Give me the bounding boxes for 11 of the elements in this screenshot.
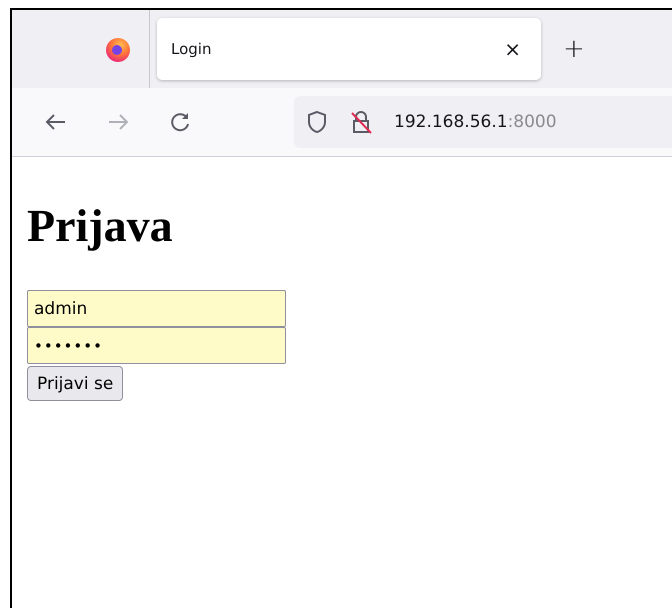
shield-icon[interactable] (306, 110, 328, 134)
close-tab-button[interactable]: × (498, 37, 527, 61)
browser-logo-icon (104, 35, 132, 63)
browser-tab[interactable]: Login × (157, 18, 541, 80)
page-heading: Prijava (27, 199, 174, 252)
address-text[interactable]: 192.168.56.1:8000 (394, 112, 557, 132)
username-field[interactable]: admin (27, 290, 286, 327)
login-button[interactable]: Prijavi se (27, 366, 124, 401)
new-tab-button[interactable]: + (563, 34, 585, 64)
insecure-lock-icon[interactable] (350, 110, 372, 134)
password-field[interactable]: ••••••• (27, 327, 286, 364)
